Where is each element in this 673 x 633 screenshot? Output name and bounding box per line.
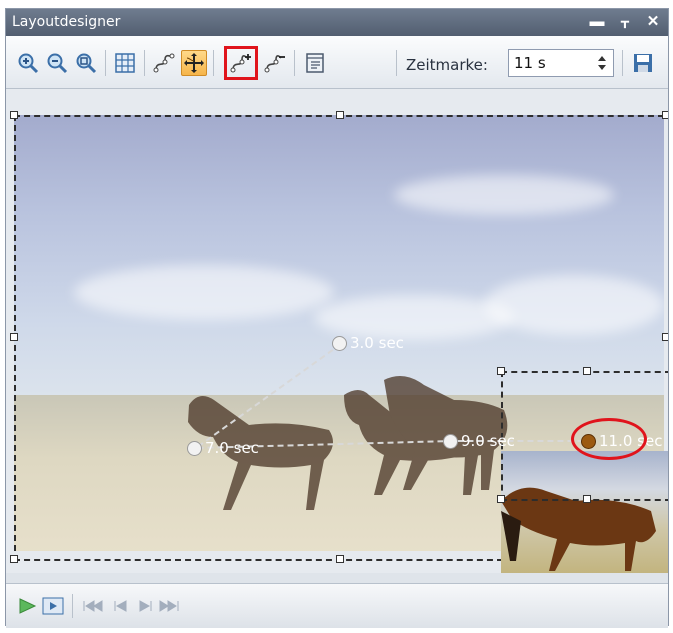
keyframe-label: 7.0 sec [205,439,259,457]
close-icon[interactable]: ✕ [644,12,662,32]
layoutdesigner-window: Layoutdesigner ▬ ᚁ ✕ Zeitmarke: 11 s 3.0… [5,8,669,628]
pin-icon[interactable]: ᚁ [616,12,634,32]
zoom-fit-icon[interactable] [73,50,99,76]
selected-object[interactable] [501,451,668,573]
highlight-ellipse [571,418,647,460]
remove-keyframe-icon[interactable] [262,50,288,76]
resize-handle[interactable] [583,367,591,375]
minimize-icon[interactable]: ▬ [588,12,606,32]
keyframe-label: 9.0 sec [461,432,515,450]
keyframe-label: 3.0 sec [350,334,404,352]
last-frame-icon[interactable] [158,596,180,616]
properties-icon[interactable] [302,50,328,76]
toolbar: Zeitmarke: 11 s [6,36,668,89]
zoom-out-icon[interactable] [44,50,70,76]
motion-path-icon[interactable] [151,50,177,76]
keyframe-marker[interactable]: 9.0 sec [443,432,515,450]
keyframe-dot[interactable] [187,440,202,456]
titlebar: Layoutdesigner ▬ ᚁ ✕ [6,9,668,36]
first-frame-icon[interactable] [82,596,104,616]
resize-handle[interactable] [583,495,591,503]
zoom-in-icon[interactable] [15,50,41,76]
keyframe-dot[interactable] [443,433,458,449]
spinner-arrows-icon[interactable] [594,51,610,75]
preview-icon[interactable] [42,596,64,616]
keyframe-marker[interactable]: 3.0 sec [332,334,404,352]
playback-bar [6,583,668,628]
zeitmarke-input[interactable]: 11 s [508,49,614,77]
grid-icon[interactable] [112,50,138,76]
next-frame-icon[interactable] [134,596,156,616]
zeitmarke-label: Zeitmarke: [406,56,488,74]
keyframe-marker[interactable]: 7.0 sec [187,439,259,457]
move-path-icon[interactable] [181,50,207,76]
layout-canvas[interactable]: 3.0 sec 7.0 sec 9.0 sec 11.0 sec [6,89,668,573]
play-icon[interactable] [16,596,38,616]
resize-handle[interactable] [497,495,505,503]
window-title: Layoutdesigner [12,14,121,30]
previous-frame-icon[interactable] [110,596,132,616]
add-keyframe-icon[interactable] [224,46,258,80]
keyframe-dot[interactable] [332,335,347,351]
resize-handle[interactable] [497,367,505,375]
save-icon[interactable] [630,50,656,76]
zeitmarke-value[interactable]: 11 s [514,54,546,72]
